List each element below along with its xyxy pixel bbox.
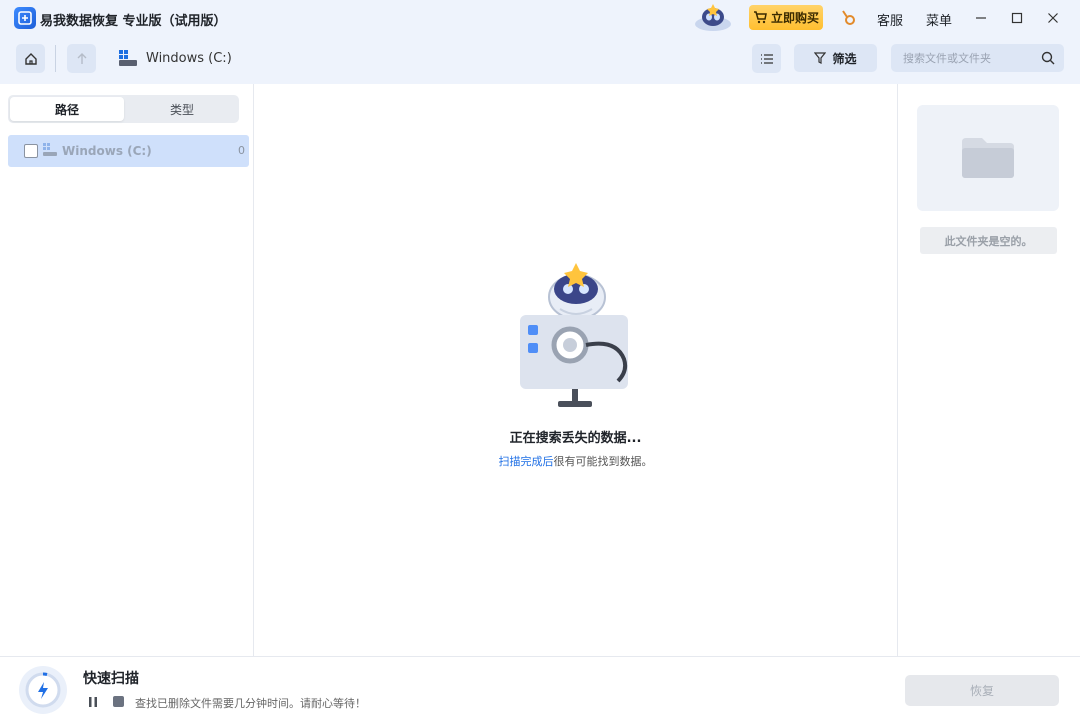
list-icon (760, 53, 773, 64)
funnel-icon (814, 52, 827, 64)
recover-button[interactable]: 恢复 (905, 675, 1059, 706)
tree-item-checkbox[interactable] (24, 144, 38, 158)
center-panel: 正在搜索丢失的数据... 扫描完成后很有可能找到数据。 (254, 84, 897, 656)
home-button[interactable] (16, 44, 45, 73)
drive-icon (43, 143, 57, 156)
maximize-icon[interactable] (1007, 8, 1027, 28)
scan-mode-title: 快速扫描 (83, 671, 139, 687)
pause-icon[interactable] (87, 696, 99, 708)
title-bar: 易我数据恢复 专业版（试用版） 立即购买 客服 菜单 (0, 0, 1080, 36)
view-list-button[interactable] (752, 44, 781, 73)
view-mode-tabs: 路径 类型 (8, 95, 239, 123)
stop-icon[interactable] (113, 696, 124, 707)
filter-button[interactable]: 筛选 (794, 44, 877, 72)
empty-folder-message: 此文件夹是空的。 (920, 227, 1057, 254)
scan-progress-icon (19, 666, 67, 714)
tree-item-label: Windows (C:) (62, 144, 152, 158)
mascot-icon[interactable] (692, 2, 734, 32)
search-input[interactable] (903, 51, 1033, 65)
scan-description: 查找已删除文件需要几分钟时间。请耐心等待！ (135, 697, 366, 710)
current-path-label: Windows (C:) (146, 51, 232, 66)
support-button[interactable]: 客服 (877, 10, 903, 29)
tab-path[interactable]: 路径 (10, 97, 124, 121)
tree-item-drive-c[interactable]: Windows (C:) 0 (8, 135, 249, 167)
search-box[interactable] (891, 44, 1064, 72)
toolbar: Windows (C:) 筛选 (0, 36, 1080, 84)
preview-panel: 此文件夹是空的。 (897, 84, 1080, 656)
tab-type[interactable]: 类型 (125, 97, 239, 121)
scan-complete-link[interactable]: 扫描完成后 (499, 455, 554, 468)
folder-icon (962, 138, 1014, 178)
menu-button[interactable]: 菜单 (926, 10, 952, 29)
scan-status-title: 正在搜索丢失的数据... (509, 431, 642, 446)
arrow-up-icon (77, 52, 86, 64)
minimize-icon[interactable] (971, 8, 991, 28)
close-icon[interactable] (1043, 8, 1063, 28)
filter-label: 筛选 (832, 51, 857, 66)
tree-item-count: 0 (238, 144, 245, 157)
preview-thumbnail (917, 105, 1059, 211)
app-logo-icon (14, 7, 36, 29)
search-icon[interactable] (1041, 51, 1055, 65)
up-folder-button[interactable] (67, 44, 96, 73)
activation-icon[interactable] (840, 9, 856, 27)
scan-status-hint: 很有可能找到数据。 (553, 455, 653, 468)
drive-icon (119, 50, 137, 66)
app-title: 易我数据恢复 专业版（试用版） (40, 14, 227, 29)
left-panel: 路径 类型 Windows (C:) 0 (0, 84, 254, 656)
buy-now-label: 立即购买 (770, 11, 819, 25)
toolbar-divider (55, 45, 56, 72)
home-icon (24, 52, 37, 65)
scan-status-subtitle: 扫描完成后很有可能找到数据。 (254, 453, 897, 469)
cart-icon (753, 11, 767, 24)
scanning-mascot-illustration (520, 263, 628, 407)
bottom-bar: 快速扫描 查找已删除文件需要几分钟时间。请耐心等待！ 恢复 (0, 656, 1080, 721)
buy-now-button[interactable]: 立即购买 (749, 5, 823, 30)
